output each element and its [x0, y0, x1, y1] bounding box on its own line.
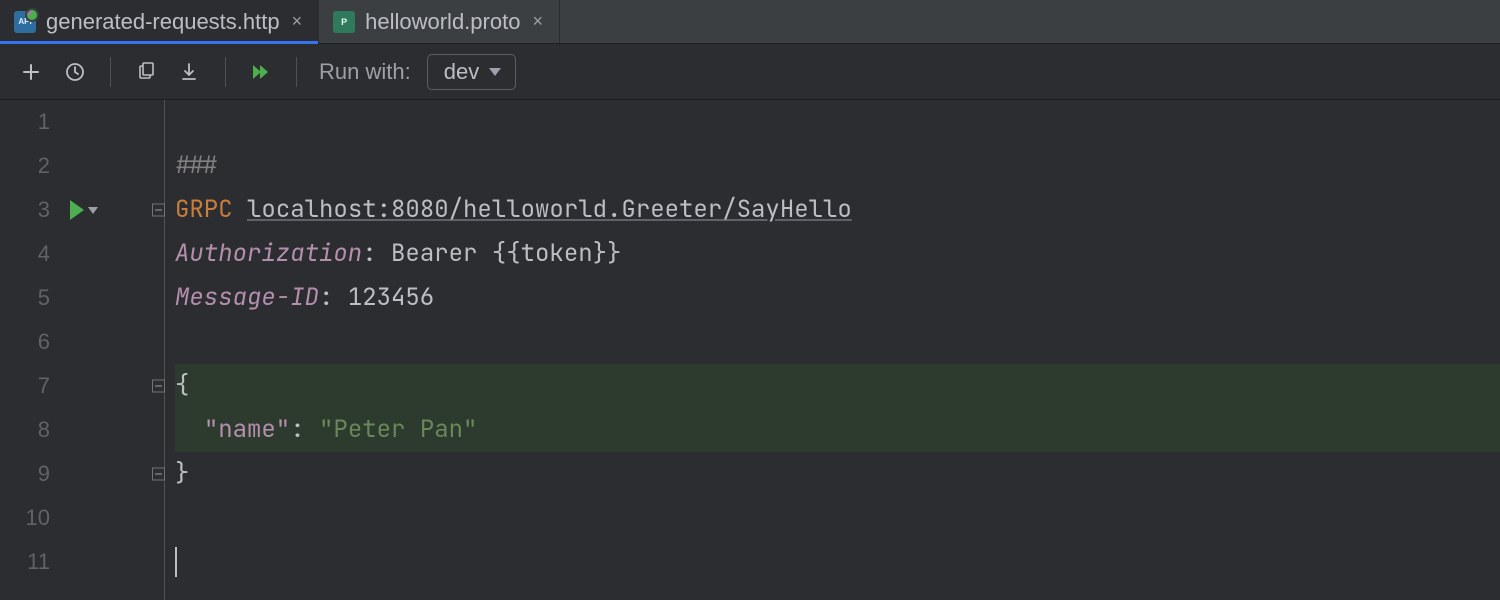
- history-button[interactable]: [56, 53, 94, 91]
- line-number: 7: [0, 373, 50, 399]
- http-file-icon: [14, 11, 36, 33]
- proto-file-icon: P: [333, 11, 355, 33]
- line-number: 6: [0, 329, 50, 355]
- tab-label: generated-requests.http: [46, 9, 280, 35]
- add-request-button[interactable]: [12, 53, 50, 91]
- code-line: [175, 540, 1500, 584]
- line-number: 8: [0, 417, 50, 443]
- fold-toggle[interactable]: [152, 380, 165, 393]
- line-number: 4: [0, 241, 50, 267]
- tab-label: helloworld.proto: [365, 9, 520, 35]
- code-line: Authorization: Bearer {{token}}: [175, 232, 1500, 276]
- code-line: [175, 320, 1500, 364]
- close-icon[interactable]: ×: [290, 11, 305, 32]
- environment-value: dev: [444, 59, 479, 85]
- fold-toggle[interactable]: [152, 204, 165, 217]
- selection-highlight: [175, 364, 1500, 408]
- line-number: 10: [0, 505, 50, 531]
- code-editor[interactable]: 1 2 3 4 5 6 7 8 9 10 11 ### GRPC localho…: [0, 100, 1500, 600]
- copy-button[interactable]: [127, 53, 165, 91]
- tab-helloworld-proto[interactable]: P helloworld.proto ×: [319, 0, 560, 43]
- environment-dropdown[interactable]: dev: [427, 54, 516, 90]
- import-button[interactable]: [171, 53, 209, 91]
- chevron-down-icon: [88, 207, 98, 214]
- chevron-down-icon: [489, 68, 501, 76]
- code-line: }: [175, 452, 1500, 496]
- code-line: Message-ID: 123456: [175, 276, 1500, 320]
- toolbar-separator: [225, 57, 226, 87]
- code-line: [175, 100, 1500, 144]
- line-number: 2: [0, 153, 50, 179]
- line-number: 5: [0, 285, 50, 311]
- toolbar-separator: [110, 57, 111, 87]
- line-number: 3: [0, 197, 50, 223]
- fold-toggle[interactable]: [152, 468, 165, 481]
- run-request-gutter-button[interactable]: [70, 200, 98, 220]
- line-number: 9: [0, 461, 50, 487]
- code-line: ###: [175, 144, 1500, 188]
- text-cursor: [175, 547, 177, 577]
- toolbar-separator: [296, 57, 297, 87]
- code-line: {: [175, 364, 1500, 408]
- http-client-toolbar: Run with: dev: [0, 44, 1500, 100]
- run-with-label: Run with:: [319, 59, 411, 85]
- editor-tabstrip: generated-requests.http × P helloworld.p…: [0, 0, 1500, 44]
- line-number: 1: [0, 109, 50, 135]
- code-line: [175, 496, 1500, 540]
- code-line: GRPC localhost:8080/helloworld.Greeter/S…: [175, 188, 1500, 232]
- code-line: "name": "Peter Pan": [175, 408, 1500, 452]
- tab-generated-requests[interactable]: generated-requests.http ×: [0, 0, 319, 43]
- close-icon[interactable]: ×: [530, 11, 545, 32]
- code-area[interactable]: ### GRPC localhost:8080/helloworld.Greet…: [165, 100, 1500, 600]
- line-number: 11: [0, 549, 50, 575]
- play-icon: [70, 200, 84, 220]
- editor-gutter: 1 2 3 4 5 6 7 8 9 10 11: [0, 100, 165, 600]
- run-all-button[interactable]: [242, 53, 280, 91]
